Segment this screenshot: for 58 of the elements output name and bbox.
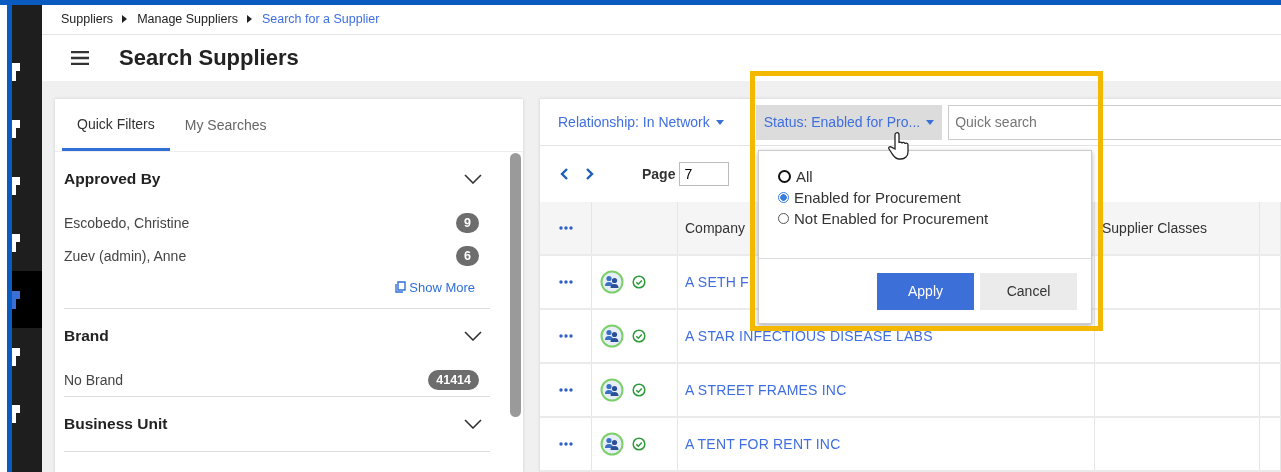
filter-option[interactable]: No Brand xyxy=(64,371,124,388)
copy-icon xyxy=(395,281,407,293)
company-link[interactable]: A TENT FOR RENT INC xyxy=(685,436,841,452)
count-badge: 9 xyxy=(456,212,479,233)
people-icon xyxy=(600,270,624,294)
page-title: Search Suppliers xyxy=(119,44,299,71)
chevron-down-icon[interactable] xyxy=(464,174,482,184)
section-heading: Brand xyxy=(64,327,109,345)
next-icon[interactable] xyxy=(585,168,594,180)
column-header[interactable]: Company xyxy=(685,220,745,236)
previous-icon[interactable] xyxy=(560,168,569,180)
scrollbar[interactable] xyxy=(510,153,521,417)
check-circle-icon xyxy=(632,329,646,343)
radio-option[interactable]: Enabled for Procurement xyxy=(778,188,1091,207)
filter-tab[interactable]: Quick Filters xyxy=(62,99,170,151)
company-link[interactable]: A STAR INFECTIOUS DISEASE LABS xyxy=(685,328,933,344)
count-badge: 41414 xyxy=(428,369,479,390)
filter-tab[interactable]: My Searches xyxy=(169,99,282,151)
show-more-link[interactable]: Show More xyxy=(409,279,475,295)
relationship-dropdown[interactable]: Relationship: In Network xyxy=(550,104,732,140)
caret-icon xyxy=(715,119,724,125)
section-heading: Business Unit xyxy=(64,415,168,433)
people-icon xyxy=(600,432,624,456)
cancel-button[interactable]: Cancel xyxy=(980,272,1077,310)
check-circle-icon xyxy=(632,275,646,289)
check-circle-icon xyxy=(632,383,646,397)
radio-button[interactable] xyxy=(778,170,791,183)
breadcrumb-link[interactable]: Search for a Supplier xyxy=(261,12,380,27)
more-icon[interactable] xyxy=(558,442,573,446)
radio-option[interactable]: Not Enabled for Procurement xyxy=(778,209,1091,228)
breadcrumb-link[interactable]: Suppliers xyxy=(61,12,114,27)
radio-button[interactable] xyxy=(778,192,789,203)
more-icon[interactable] xyxy=(558,226,573,230)
more-icon[interactable] xyxy=(558,334,573,338)
check-circle-icon xyxy=(632,437,646,451)
chevron-down-icon[interactable] xyxy=(464,331,482,341)
people-icon xyxy=(600,324,624,348)
page-label: Page xyxy=(642,166,676,182)
filter-option[interactable]: Escobedo, Christine xyxy=(64,214,190,231)
chevron-right-icon xyxy=(246,15,253,24)
chevron-right-icon xyxy=(122,15,129,24)
breadcrumb-link[interactable]: Manage Suppliers xyxy=(137,12,238,27)
more-icon[interactable] xyxy=(558,388,573,392)
page-field[interactable]: 7 xyxy=(679,162,730,186)
apply-button[interactable]: Apply xyxy=(877,272,974,310)
radio-option[interactable]: All xyxy=(778,167,1091,186)
menu-icon[interactable] xyxy=(71,50,89,65)
chevron-down-icon[interactable] xyxy=(464,419,482,429)
column-header[interactable]: Supplier Classes xyxy=(1102,220,1208,236)
people-icon xyxy=(600,378,624,402)
more-icon[interactable] xyxy=(558,280,573,284)
section-heading: Approved By xyxy=(64,170,161,188)
company-link[interactable]: A STREET FRAMES INC xyxy=(685,382,847,398)
quick-search-field[interactable]: Quick search xyxy=(948,104,1281,140)
company-link[interactable]: A SETH F xyxy=(685,274,749,290)
caret-icon xyxy=(926,119,935,125)
filter-option[interactable]: Zuev (admin), Anne xyxy=(64,247,187,264)
count-badge: 6 xyxy=(456,245,479,266)
